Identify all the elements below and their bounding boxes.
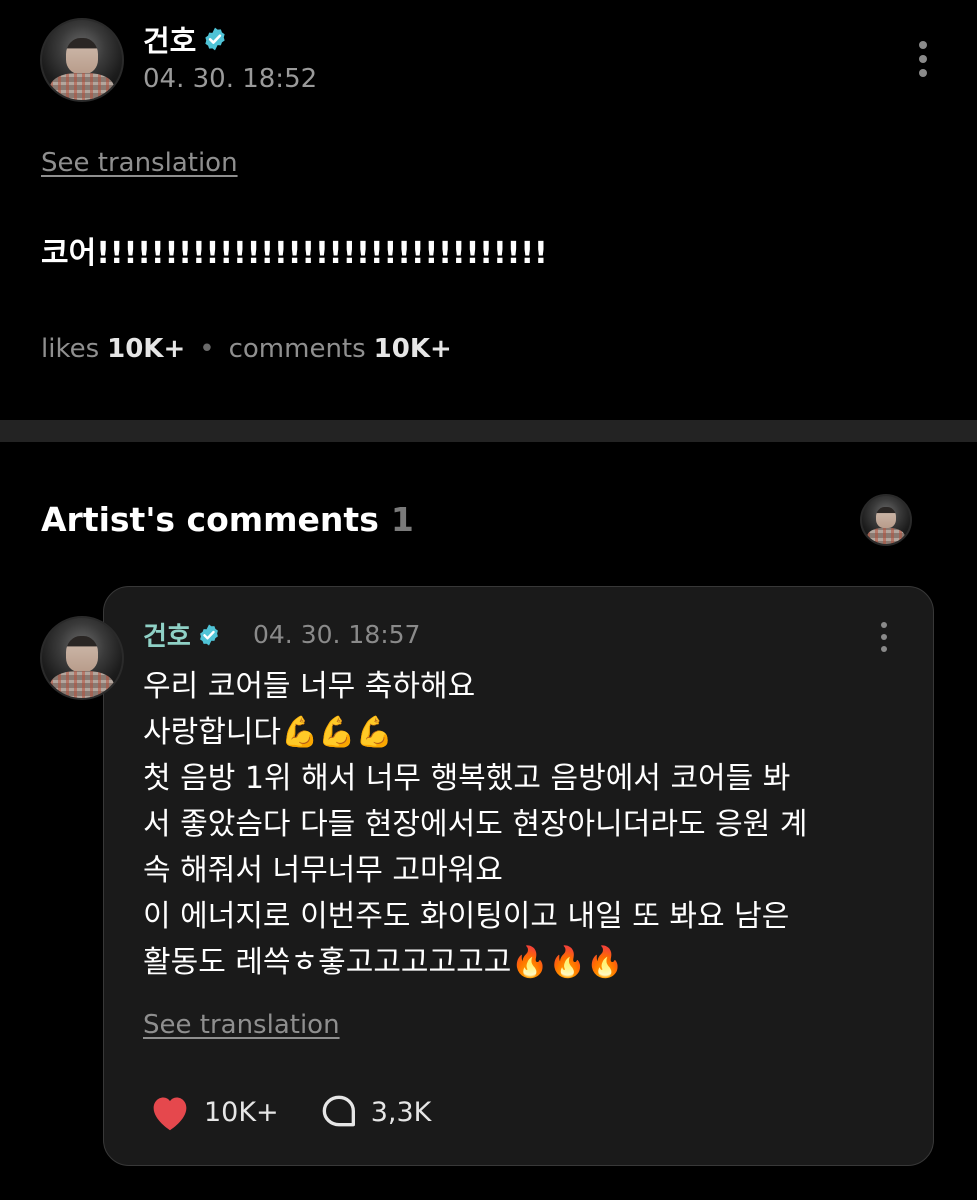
likes-label: likes	[41, 334, 100, 364]
comment-author[interactable]: 건호	[143, 616, 221, 653]
avatar-shirt	[50, 72, 114, 100]
avatar-face	[876, 506, 896, 529]
avatar-shirt	[866, 527, 906, 544]
artist-comments-count: 1	[390, 500, 414, 539]
kebab-dot	[919, 69, 927, 77]
comment-author-avatar[interactable]	[40, 616, 124, 700]
post-author-name: 건호	[143, 24, 197, 58]
author-avatar[interactable]	[40, 18, 124, 102]
comment-line: 서 좋았슴다 다들 현장에서도 현장아니더라도 응원 계	[143, 807, 808, 842]
post-see-translation-link[interactable]: See translation	[41, 148, 238, 178]
comments-label: comments	[228, 334, 366, 364]
kebab-dot	[919, 41, 927, 49]
verified-badge-icon	[205, 27, 226, 51]
avatar-face	[66, 37, 98, 74]
verified-badge-icon	[199, 624, 218, 645]
comment-like-button[interactable]: 10K+	[148, 1092, 279, 1132]
comment-reply-button[interactable]: 3,3K	[319, 1092, 432, 1132]
avatar-shirt	[50, 670, 114, 698]
comment-like-count: 10K+	[204, 1096, 279, 1128]
comment-line: 속 해줘서 너무너무 고마워요	[143, 853, 503, 888]
comment-line: 우리 코어들 너무 축하해요	[143, 669, 476, 704]
comment-line: 사랑합니다💪💪💪	[143, 715, 394, 750]
comment-body: 우리 코어들 너무 축하해요 사랑합니다💪💪💪 첫 음방 1위 해서 너무 행복…	[143, 664, 913, 986]
post: 건호 04. 30. 18:52 See translation 코어!!!!!…	[0, 0, 977, 420]
comment-author-name: 건호	[143, 622, 191, 652]
post-more-icon[interactable]	[918, 38, 928, 80]
comment-actions: 10K+ 3,3K	[148, 1092, 431, 1132]
comment-timestamp: 04. 30. 18:57	[253, 620, 421, 649]
heart-icon	[153, 1097, 187, 1131]
kebab-dot	[881, 634, 887, 640]
comment-reply-count: 3,3K	[370, 1096, 432, 1128]
kebab-dot	[881, 646, 887, 652]
artist-comments-title: Artist's comments	[41, 500, 379, 539]
comments-count[interactable]: 10K+	[374, 334, 452, 364]
comment-line: 활동도 레쓱ㅎ홓고고고고고고🔥🔥🔥	[143, 945, 624, 980]
post-timestamp: 04. 30. 18:52	[143, 64, 318, 94]
kebab-dot	[881, 622, 887, 628]
avatar-face	[66, 635, 98, 672]
kebab-dot	[919, 55, 927, 63]
post-author[interactable]: 건호	[143, 18, 228, 60]
artist-comments-header: Artist's comments 1	[41, 500, 414, 539]
likes-count[interactable]: 10K+	[107, 334, 185, 364]
comment-more-icon[interactable]	[879, 619, 889, 655]
post-body-text: 코어!!!!!!!!!!!!!!!!!!!!!!!!!!!!!!!!!	[41, 236, 548, 271]
comment-bubble-icon	[322, 1095, 355, 1127]
post-stats: likes 10K+ • comments 10K+	[41, 334, 452, 364]
comment-line: 이 에너지로 이번주도 화이팅이고 내일 또 봐요 남은	[143, 899, 790, 934]
section-divider	[0, 420, 977, 442]
artist-comments-avatar[interactable]	[860, 494, 912, 546]
stats-separator: •	[199, 334, 215, 364]
comment-line: 첫 음방 1위 해서 너무 행복했고 음방에서 코어들 봐	[143, 761, 791, 796]
comment-see-translation-link[interactable]: See translation	[143, 1010, 340, 1040]
